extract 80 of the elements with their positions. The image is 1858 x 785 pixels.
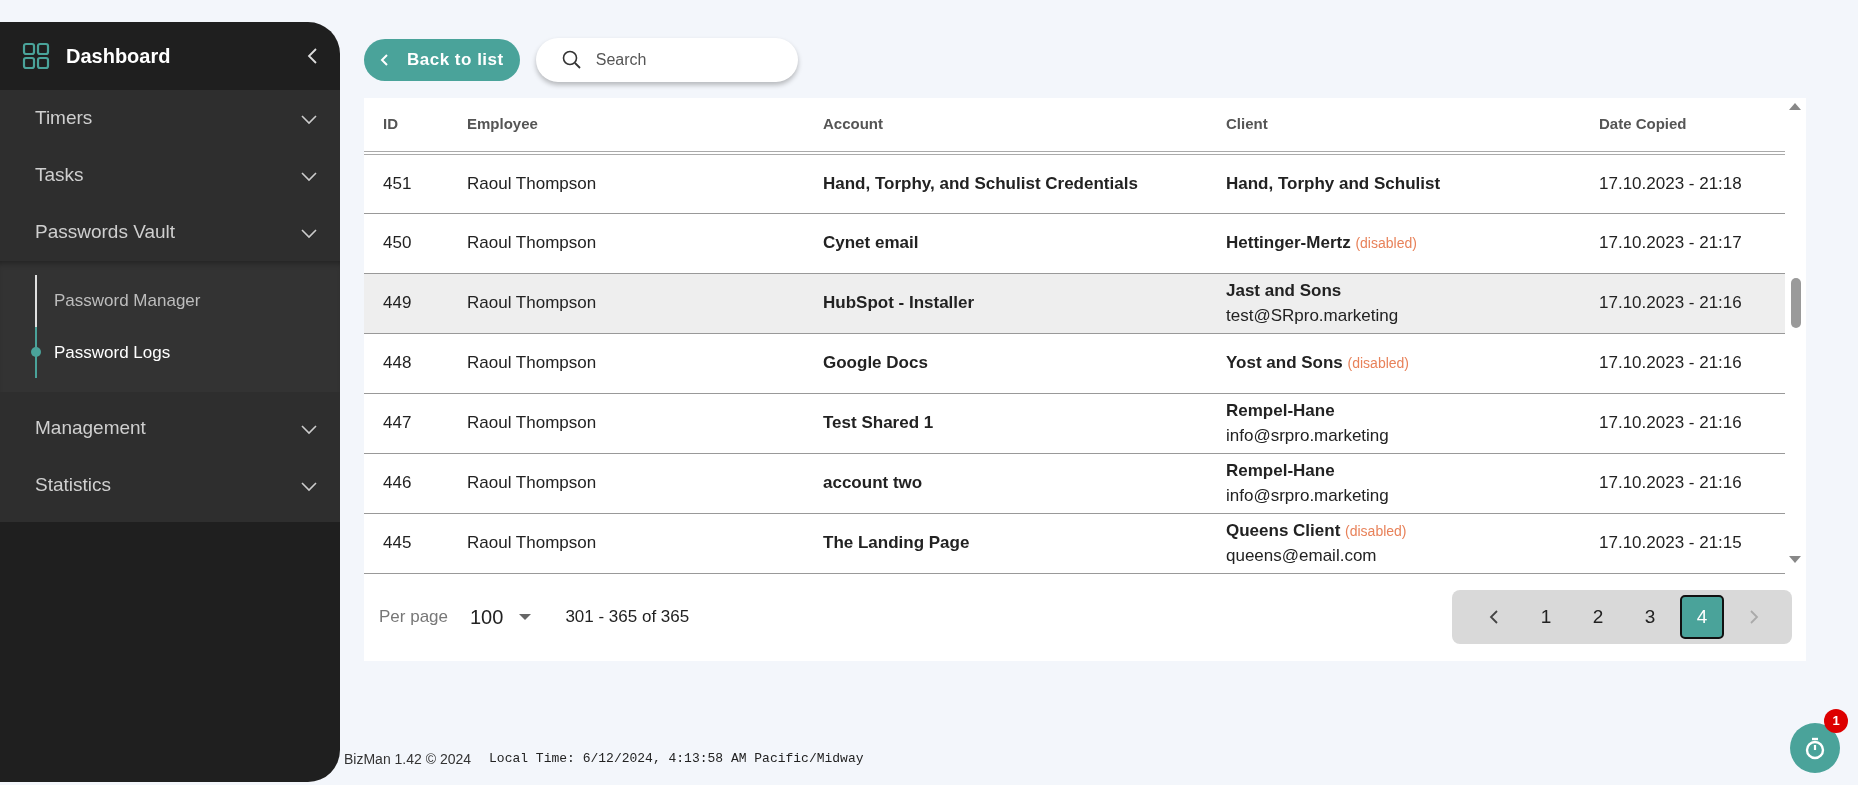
chevron-left-icon	[380, 53, 389, 67]
sidebar-item[interactable]: Passwords Vault	[0, 204, 340, 261]
collapse-chevron-icon[interactable]	[306, 47, 318, 65]
disabled-label: (disabled)	[1355, 235, 1417, 252]
date-text: 17.10.2023 - 21:18	[1599, 174, 1742, 193]
employee-text: Raoul Thompson	[467, 174, 597, 193]
client-name: Queens Client	[1226, 520, 1341, 540]
sidebar-item[interactable]: Tasks	[0, 147, 340, 204]
client-email: test@SRpro.marketing	[1226, 306, 1399, 325]
client-name: Jast and Sons	[1226, 280, 1342, 300]
employee-text: Raoul Thompson	[467, 353, 597, 373]
id-text: 449	[383, 293, 412, 313]
client-email: queens@email.com	[1226, 546, 1377, 565]
account-name: Test Shared 1	[823, 413, 934, 433]
sidebar-item[interactable]: Management	[0, 400, 340, 457]
page-button[interactable]: 1	[1524, 595, 1568, 639]
table-row[interactable]: 451 Raoul Thompson Hand, Torphy, and Schulist Credentials Hand, Torphy and Schulist 17.10.2023 - 21:18	[364, 153, 1785, 213]
sidebar-item[interactable]: Timers	[0, 90, 340, 147]
per-page-label: Per page	[379, 606, 448, 629]
table-row[interactable]: 446 Raoul Thompson account two Rempel-Hane info@srpro.marketing 17.10.2023 - 21:16	[364, 453, 1785, 513]
date-text: 17.10.2023 - 21:16	[1599, 473, 1742, 493]
page-button[interactable]: 3	[1628, 595, 1672, 639]
stopwatch-icon	[1804, 736, 1826, 760]
employee-text: Raoul Thompson	[467, 413, 597, 433]
account-name: HubSpot - Installer	[823, 293, 975, 313]
chevron-left-icon	[1489, 609, 1499, 625]
client-name: Yost and Sons	[1226, 353, 1343, 373]
page-range-text: 301 - 365 of 365	[565, 606, 690, 629]
id-text: 450	[383, 233, 412, 253]
employee-text: Raoul Thompson	[467, 233, 597, 253]
account-name: Google Docs	[823, 353, 928, 373]
caret-icon	[519, 614, 532, 620]
client-name: Rempel-Hane	[1226, 400, 1335, 420]
column-header: Client	[1207, 98, 1580, 153]
account-name: Cynet email	[823, 233, 919, 253]
column-header: Account	[804, 98, 1207, 153]
id-text: 445	[383, 533, 412, 553]
timer-button[interactable]	[1790, 723, 1840, 773]
table-row[interactable]: 450 Raoul Thompson Cynet email Hettinger-Mertz (disabled) 17.10.2023 - 21:17	[364, 213, 1785, 273]
chevron-right-icon	[1749, 609, 1759, 625]
sidebar-item[interactable]: Statistics	[0, 457, 340, 514]
id-text: 451	[383, 174, 412, 193]
sidebar-title: Dashboard	[66, 44, 172, 69]
disabled-label: (disabled)	[1345, 522, 1407, 539]
column-header: ID	[364, 98, 448, 153]
submenu-item[interactable]: Password Manager	[35, 275, 201, 327]
id-text: 446	[383, 473, 412, 493]
date-text: 17.10.2023 - 21:17	[1599, 233, 1742, 253]
date-text: 17.10.2023 - 21:16	[1599, 293, 1742, 313]
employee-text: Raoul Thompson	[467, 293, 597, 313]
table-row[interactable]: 447 Raoul Thompson Test Shared 1 Rempel-Hane info@srpro.marketing 17.10.2023 - 21:16	[364, 393, 1785, 453]
date-text: 17.10.2023 - 21:16	[1599, 413, 1742, 433]
table-row[interactable]: 448 Raoul Thompson Google Docs Yost and Sons (disabled) 17.10.2023 - 21:16	[364, 333, 1785, 393]
column-header: Date Copied	[1580, 98, 1785, 153]
id-text: 447	[383, 413, 412, 433]
client-email: info@srpro.marketing	[1226, 486, 1389, 505]
client-name: Hettinger-Mertz	[1226, 233, 1351, 253]
search-icon	[561, 50, 581, 69]
grid-icon	[22, 42, 50, 70]
local-time-text: Local Time: 6/12/2024, 4:13:58 AM Pacific/Midway	[489, 750, 864, 769]
version-text: BizMan 1.42 © 2024	[344, 749, 472, 769]
search-field[interactable]: Search	[535, 38, 798, 82]
table-row[interactable]: 445 Raoul Thompson The Landing Page Queens Client (disabled) queens@email.com 17.10.2023 - 21:15	[364, 513, 1785, 573]
id-text: 448	[383, 353, 412, 373]
client-email: info@srpro.marketing	[1226, 426, 1389, 445]
client-name: Rempel-Hane	[1226, 460, 1335, 480]
notification-badge: 1	[1824, 709, 1848, 733]
date-text: 17.10.2023 - 21:16	[1599, 353, 1742, 373]
employee-text: Raoul Thompson	[467, 473, 597, 493]
disabled-label: (disabled)	[1347, 355, 1410, 372]
table-row[interactable]: 449 Raoul Thompson HubSpot - Installer Jast and Sons test@SRpro.marketing 17.10.2023 - 21:16	[364, 273, 1785, 333]
account-name: Hand, Torphy, and Schulist Credentials	[823, 174, 1138, 193]
client-name: Hand, Torphy and Schulist	[1226, 174, 1441, 193]
account-name: account two	[823, 473, 923, 493]
date-text: 17.10.2023 - 21:15	[1599, 533, 1742, 553]
employee-text: Raoul Thompson	[467, 533, 597, 553]
page-button[interactable]: 2	[1576, 595, 1620, 639]
column-header: Employee	[448, 98, 804, 153]
per-page-select[interactable]: 100	[464, 601, 538, 633]
account-name: The Landing Page	[823, 533, 970, 553]
